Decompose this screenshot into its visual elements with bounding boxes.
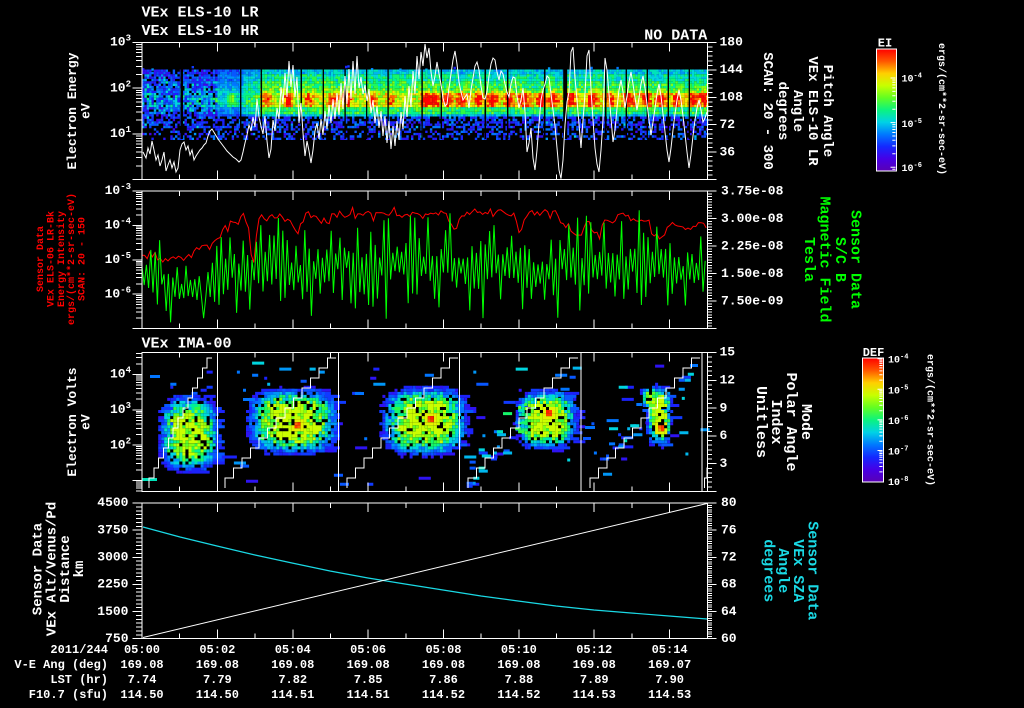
svg-text:108: 108 [720,90,744,105]
svg-text:Tesla: Tesla [800,237,817,282]
svg-text:114.52: 114.52 [497,688,540,702]
svg-text:VEx ELS-06 LR-Bk: VEx ELS-06 LR-Bk [45,211,57,307]
svg-text:eV: eV [79,103,94,119]
svg-text:76: 76 [721,522,737,537]
svg-text:64: 64 [721,604,737,619]
svg-text:169.08: 169.08 [497,658,540,672]
svg-text:169.08: 169.08 [196,658,239,672]
svg-text:7.74: 7.74 [128,673,157,687]
svg-text:36: 36 [720,144,736,159]
svg-text:114.53: 114.53 [573,688,616,702]
svg-text:114.52: 114.52 [422,688,465,702]
svg-text:7.86: 7.86 [429,673,458,687]
svg-text:05:02: 05:02 [199,643,235,657]
svg-text:72: 72 [720,117,736,132]
svg-text:2011/244: 2011/244 [50,643,108,657]
svg-text:7.85: 7.85 [354,673,383,687]
svg-text:Angle: Angle [789,90,805,132]
svg-text:LST (hr): LST (hr) [50,673,108,687]
svg-text:169.08: 169.08 [347,658,390,672]
svg-text:VEx IMA-00: VEx IMA-00 [142,336,232,353]
svg-text:VEx ELS-10 LR: VEx ELS-10 LR [804,56,820,166]
svg-text:DEF: DEF [863,346,885,360]
svg-text:7.79: 7.79 [203,673,232,687]
svg-text:169.08: 169.08 [573,658,616,672]
svg-text:114.51: 114.51 [271,688,314,702]
svg-text:7.90: 7.90 [655,673,684,687]
svg-text:7.88: 7.88 [504,673,533,687]
svg-text:degrees: degrees [774,82,790,141]
svg-text:05:12: 05:12 [576,643,612,657]
svg-text:169.08: 169.08 [120,658,163,672]
svg-text:180: 180 [720,35,744,50]
svg-text:05:10: 05:10 [501,643,537,657]
svg-text:169.08: 169.08 [271,658,314,672]
svg-text:Energy Intensity: Energy Intensity [56,211,68,307]
svg-text:Magnetic Field: Magnetic Field [815,196,832,322]
svg-text:degrees: degrees [760,539,777,602]
svg-text:2.25e-08: 2.25e-08 [721,239,784,254]
svg-text:169.08: 169.08 [422,658,465,672]
svg-text:ergs/(cm**2-sr-sec-eV): ergs/(cm**2-sr-sec-eV) [924,354,936,486]
svg-text:V-E Ang (deg): V-E Ang (deg) [14,658,108,672]
svg-text:VEx ELS-10 HR: VEx ELS-10 HR [142,23,259,40]
svg-text:9: 9 [720,400,728,415]
svg-text:144: 144 [720,62,744,77]
svg-text:05:00: 05:00 [124,643,160,657]
svg-text:3000: 3000 [97,549,128,564]
svg-text:114.50: 114.50 [196,688,239,702]
svg-text:SCAN: 20 - 300: SCAN: 20 - 300 [759,52,775,170]
svg-text:3.00e-08: 3.00e-08 [721,211,784,226]
svg-text:60: 60 [721,631,737,646]
svg-text:114.51: 114.51 [347,688,390,702]
svg-text:SCAN: 20 - 150: SCAN: 20 - 150 [78,217,89,301]
svg-text:15: 15 [720,345,736,360]
svg-text:3: 3 [720,456,728,471]
svg-text:12: 12 [720,373,736,388]
svg-text:7.89: 7.89 [580,673,609,687]
svg-text:7.50e-09: 7.50e-09 [721,294,784,309]
svg-text:169.07: 169.07 [648,658,691,672]
svg-text:F10.7 (sfu): F10.7 (sfu) [29,688,108,702]
svg-text:3.75e-08: 3.75e-08 [721,184,784,199]
svg-text:80: 80 [721,495,737,510]
svg-text:2250: 2250 [97,577,128,592]
svg-text:6: 6 [720,428,728,443]
svg-text:114.53: 114.53 [648,688,691,702]
svg-text:Sensor Data: Sensor Data [846,210,863,309]
svg-text:7.82: 7.82 [278,673,307,687]
svg-text:eV: eV [79,414,94,430]
svg-text:05:14: 05:14 [652,643,688,657]
svg-text:05:06: 05:06 [350,643,386,657]
svg-text:68: 68 [721,577,737,592]
svg-text:NO DATA: NO DATA [644,28,707,45]
svg-text:114.50: 114.50 [120,688,163,702]
svg-text:05:04: 05:04 [275,643,311,657]
svg-text:3750: 3750 [97,522,128,537]
svg-text:Pitch Angle: Pitch Angle [819,65,835,157]
svg-text:km: km [72,561,88,578]
svg-text:EI: EI [878,37,892,51]
svg-text:1.50e-08: 1.50e-08 [721,266,784,281]
svg-text:05:08: 05:08 [425,643,461,657]
svg-text:S/C B: S/C B [831,237,848,282]
svg-text:1500: 1500 [97,604,128,619]
svg-text:Sensor Data: Sensor Data [36,226,47,292]
svg-text:ergs/(cm**2-sr-sec-eV): ergs/(cm**2-sr-sec-eV) [935,43,947,175]
svg-text:ergs/(cm**2-sr-sec-eV): ergs/(cm**2-sr-sec-eV) [66,193,78,325]
svg-text:72: 72 [721,549,737,564]
svg-text:VEx ELS-10 LR: VEx ELS-10 LR [142,5,259,22]
svg-text:Unitless: Unitless [752,386,769,458]
svg-text:4500: 4500 [97,495,128,510]
